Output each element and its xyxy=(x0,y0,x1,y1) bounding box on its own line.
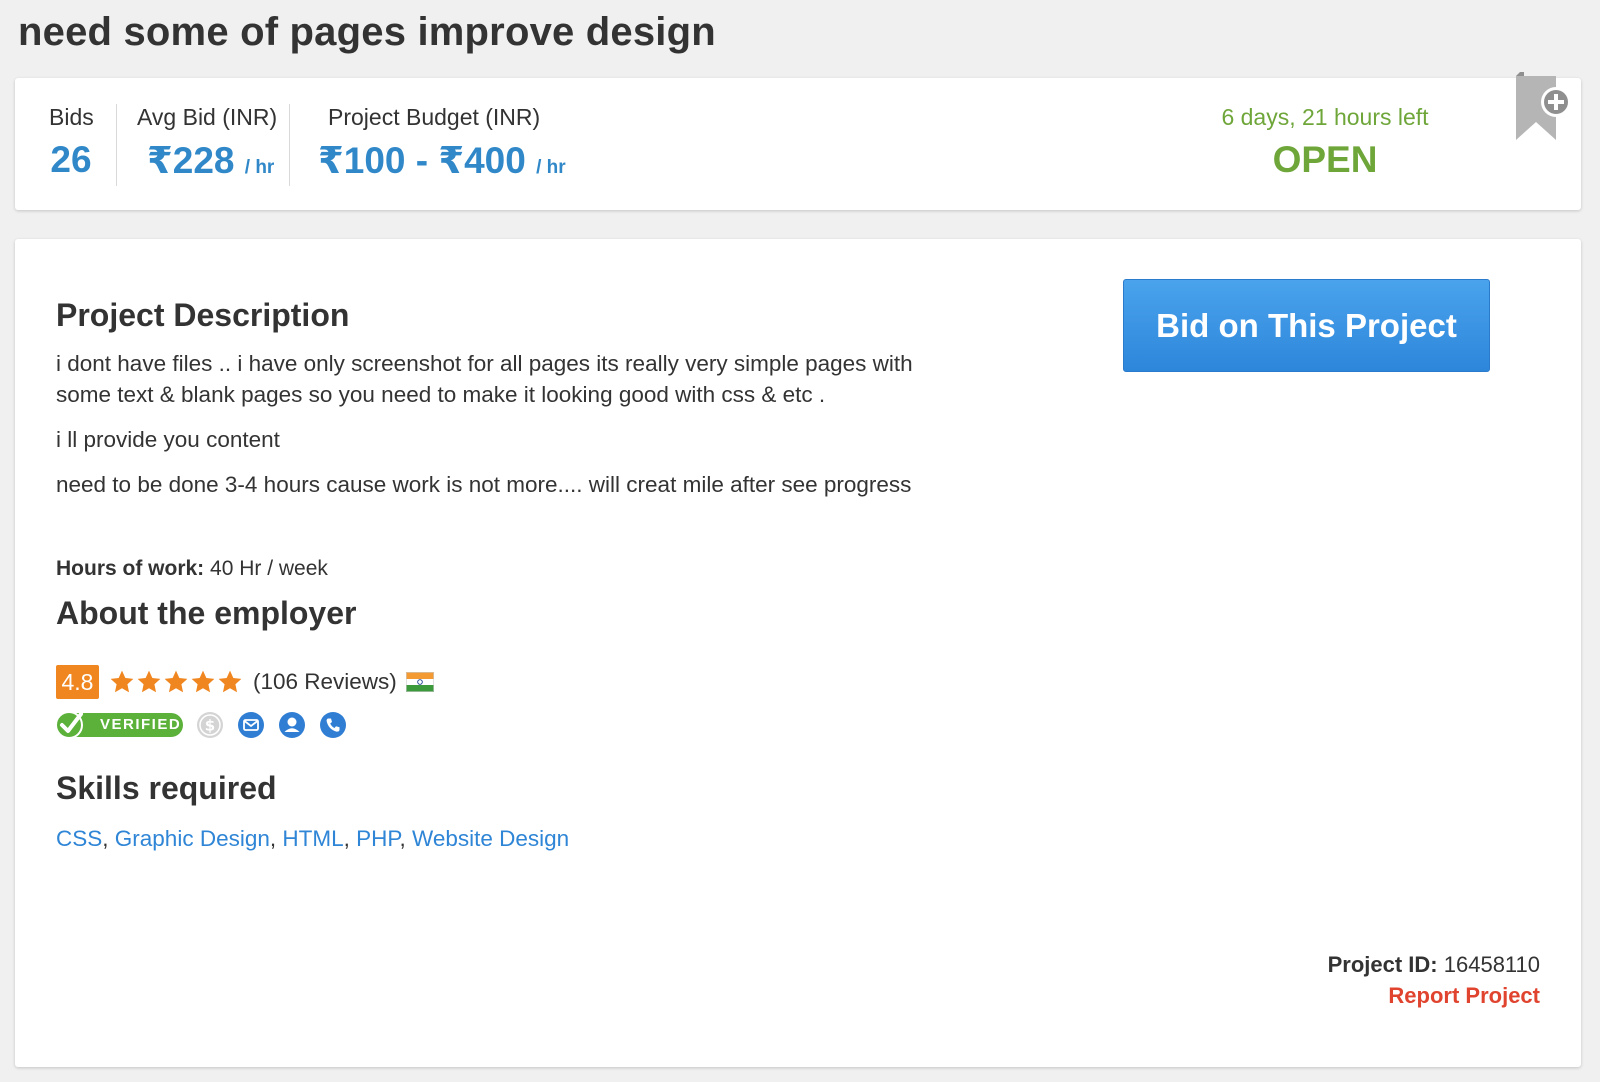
stat-divider xyxy=(289,104,290,186)
phone-verified-icon[interactable] xyxy=(319,711,347,739)
skill-separator: , xyxy=(102,826,115,851)
email-verified-icon[interactable] xyxy=(237,711,265,739)
skill-link-graphic-design[interactable]: Graphic Design xyxy=(115,826,270,851)
bids-stat: Bids 26 xyxy=(49,104,94,181)
project-stats-card: Bids 26 Avg Bid (INR) ₹228 / hr Project … xyxy=(15,78,1581,210)
budget-stat: Project Budget (INR) ₹100 - ₹400 / hr xyxy=(318,104,566,182)
reviews-count[interactable]: (106 Reviews) xyxy=(253,669,397,695)
skill-link-css[interactable]: CSS xyxy=(56,826,102,851)
bid-on-project-button[interactable]: Bid on This Project xyxy=(1123,279,1490,372)
project-description-heading: Project Description xyxy=(56,297,350,333)
project-id: Project ID: 16458110 xyxy=(1328,952,1540,978)
skills-list: CSS, Graphic Design, HTML, PHP, Website … xyxy=(56,826,569,852)
stat-divider xyxy=(116,104,117,186)
project-id-value: 16458110 xyxy=(1443,952,1540,977)
status-badge: OPEN xyxy=(1272,139,1378,180)
skill-link-html[interactable]: HTML xyxy=(282,826,343,851)
budget-amount: ₹100 - ₹400 xyxy=(318,140,526,181)
skill-link-php[interactable]: PHP xyxy=(356,826,399,851)
verified-badge: VERIFIED xyxy=(55,711,183,739)
star-icon xyxy=(164,670,188,693)
description-paragraph: need to be done 3-4 hours cause work is … xyxy=(56,472,912,497)
page-title: need some of pages improve design xyxy=(18,10,716,54)
employer-rating: 4.8 (106 Reviews) xyxy=(56,664,434,700)
star-icon xyxy=(137,670,161,693)
project-page: need some of pages improve design Bids 2… xyxy=(0,0,1600,1082)
skills-required-heading: Skills required xyxy=(56,770,277,806)
star-icon xyxy=(110,670,134,693)
payment-verified-icon[interactable]: $ xyxy=(196,711,224,739)
rating-badge: 4.8 xyxy=(56,665,99,699)
avg-bid-label: Avg Bid (INR) xyxy=(137,104,278,130)
hours-of-work: Hours of work: 40 Hr / week xyxy=(56,557,328,581)
verification-row: VERIFIED $ xyxy=(55,710,347,740)
skill-link-website-design[interactable]: Website Design xyxy=(412,826,569,851)
skill-separator: , xyxy=(269,826,283,851)
avg-bid-unit: / hr xyxy=(244,157,275,178)
description-paragraph: i ll provide you content xyxy=(56,427,280,452)
verified-check-icon xyxy=(55,711,83,739)
bids-label: Bids xyxy=(49,104,94,130)
time-left: 6 days, 21 hours left xyxy=(1221,104,1429,130)
avg-bid-amount: ₹228 xyxy=(147,140,235,181)
avg-bid-value: ₹228 / hr xyxy=(147,139,277,182)
budget-label: Project Budget (INR) xyxy=(328,104,541,130)
avg-bid-stat: Avg Bid (INR) ₹228 / hr xyxy=(137,104,277,182)
description-paragraph: i dont have files .. i have only screens… xyxy=(56,351,913,407)
report-project-link[interactable]: Report Project xyxy=(1388,983,1540,1009)
hours-of-work-label: Hours of work: xyxy=(56,557,205,580)
profile-verified-icon[interactable] xyxy=(278,711,306,739)
hours-of-work-value: 40 Hr / week xyxy=(210,557,328,580)
india-flag-icon xyxy=(405,672,434,692)
project-status: 6 days, 21 hours left OPEN xyxy=(1190,104,1460,181)
project-details-card: Bid on This Project Project Description … xyxy=(15,239,1581,1067)
star-icon xyxy=(218,670,242,693)
svg-text:$: $ xyxy=(205,717,215,735)
bids-value: 26 xyxy=(50,139,92,180)
bookmark-add-icon[interactable] xyxy=(1512,70,1572,146)
skill-separator: , xyxy=(343,826,357,851)
verified-label: VERIFIED xyxy=(100,716,182,733)
budget-unit: / hr xyxy=(536,157,566,178)
skill-separator: , xyxy=(399,826,413,851)
budget-value: ₹100 - ₹400 / hr xyxy=(318,139,566,182)
star-rating xyxy=(109,669,243,695)
about-employer-heading: About the employer xyxy=(56,595,357,631)
star-icon xyxy=(191,670,215,693)
project-id-label: Project ID: xyxy=(1327,952,1438,977)
